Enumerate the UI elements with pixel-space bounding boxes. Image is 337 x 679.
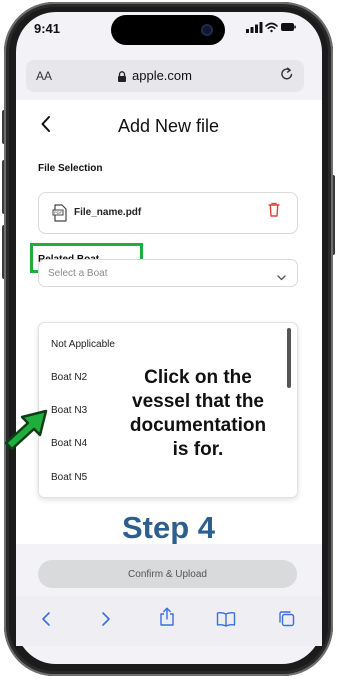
reload-icon[interactable] — [279, 66, 295, 87]
camera-icon — [201, 24, 213, 36]
trash-icon[interactable] — [268, 202, 280, 222]
arrow-pointer-icon — [0, 405, 52, 456]
boat-option[interactable]: Boat N5 — [51, 472, 87, 483]
boat-option[interactable]: Not Applicable — [51, 339, 115, 350]
wifi-icon — [265, 22, 278, 33]
back-icon[interactable] — [40, 610, 52, 633]
file-selection-label: File Selection — [38, 163, 103, 174]
status-icons — [246, 20, 296, 38]
confirm-upload-button[interactable]: Confirm & Upload — [38, 560, 297, 588]
page-title: Add New file — [117, 116, 220, 136]
tabs-icon[interactable] — [278, 610, 295, 632]
text-size-button[interactable]: AA — [36, 69, 52, 83]
file-name: File_name.pdf — [74, 207, 142, 218]
instruction-text: Click on the vessel that the documentati… — [100, 366, 296, 462]
lock-icon — [117, 69, 127, 87]
status-time: 9:41 — [34, 21, 61, 36]
chevron-down-icon — [277, 268, 286, 286]
instruction-line: Click on the — [144, 367, 252, 388]
instruction-line: vessel that the — [132, 391, 264, 412]
boat-select-placeholder: Select a Boat — [48, 268, 108, 279]
file-icon: PDF — [52, 204, 68, 227]
boat-option[interactable]: Boat N4 — [51, 438, 87, 449]
signal-icon — [246, 22, 263, 33]
url-text[interactable]: apple.com — [132, 68, 192, 83]
boat-option[interactable]: Boat N3 — [51, 405, 87, 416]
step-label: Step 4 — [121, 510, 216, 545]
bookmarks-icon[interactable] — [216, 611, 236, 632]
forward-icon[interactable] — [100, 610, 112, 633]
instruction-line: is for. — [172, 439, 224, 460]
boat-option[interactable]: Boat N2 — [51, 372, 87, 383]
svg-text:PDF: PDF — [54, 210, 63, 215]
share-icon[interactable] — [159, 607, 175, 632]
instruction-line: documentation — [129, 415, 267, 436]
battery-icon — [281, 23, 296, 31]
